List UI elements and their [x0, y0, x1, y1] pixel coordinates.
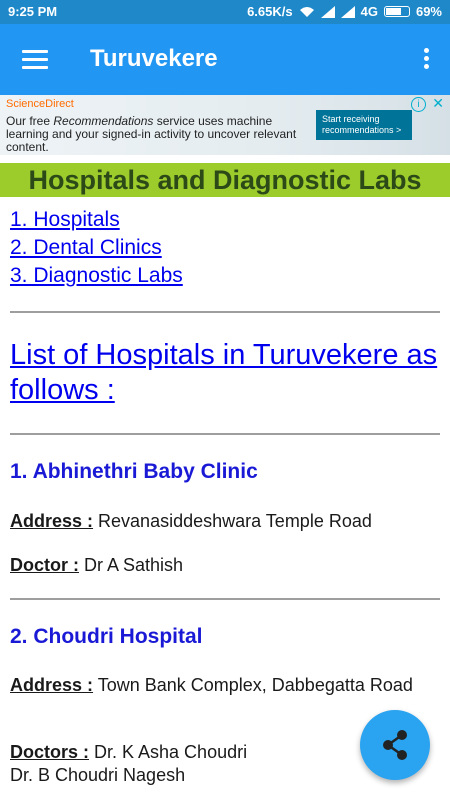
network-speed: 6.65K/s: [247, 4, 293, 19]
link-hospitals[interactable]: 1. Hospitals: [10, 206, 183, 234]
share-icon: [383, 730, 407, 760]
ad-close-icon[interactable]: ✕: [432, 95, 444, 112]
app-bar: Turuvekere: [0, 24, 450, 95]
hamburger-menu-icon[interactable]: [22, 50, 48, 70]
status-bar: 9:25 PM 6.65K/s 4G 69%: [0, 0, 450, 24]
status-icons: 6.65K/s 4G 69%: [247, 4, 442, 19]
link-diagnostic-labs[interactable]: 3. Diagnostic Labs: [10, 262, 183, 290]
hospital-address: Address : Revanasiddeshwara Temple Road: [10, 511, 372, 531]
section-banner: Hospitals and Diagnostic Labs: [0, 163, 450, 197]
hospital-name: 1. Abhinethri Baby Clinic: [10, 460, 258, 483]
status-time: 9:25 PM: [8, 4, 58, 19]
ad-cta-button[interactable]: Start receiving recommendations >: [316, 110, 412, 140]
battery-icon: [383, 6, 410, 17]
share-fab-button[interactable]: [360, 710, 430, 780]
hospital-name: 2. Choudri Hospital: [10, 625, 203, 648]
link-dental-clinics[interactable]: 2. Dental Clinics: [10, 234, 183, 262]
signal-icon-2: [340, 5, 355, 18]
section-title: Hospitals and Diagnostic Labs: [28, 165, 422, 195]
ad-brand: ScienceDirect: [6, 98, 74, 110]
signal-icon: [320, 5, 335, 18]
ad-text: Our free Recommendations service uses ma…: [6, 114, 297, 154]
divider: [10, 598, 440, 600]
ad-banner[interactable]: ScienceDirect Our free Recommendations s…: [0, 95, 450, 155]
ad-info-icon[interactable]: i: [411, 97, 426, 112]
hospital-doctor: Doctor : Dr A Sathish: [10, 555, 184, 575]
divider: [10, 311, 440, 313]
app-title: Turuvekere: [90, 45, 218, 72]
list-heading-link[interactable]: List of Hospitals in Turuvekere as follo…: [10, 338, 440, 408]
battery-percent: 69%: [415, 4, 442, 19]
divider: [10, 433, 440, 435]
index-links: 1. Hospitals 2. Dental Clinics 3. Diagno…: [10, 206, 183, 290]
wifi-icon: [299, 6, 314, 17]
hospital-address: Address : Town Bank Complex, Dabbegatta …: [10, 675, 413, 695]
more-vert-icon[interactable]: [424, 48, 430, 72]
network-type: 4G: [360, 4, 378, 19]
